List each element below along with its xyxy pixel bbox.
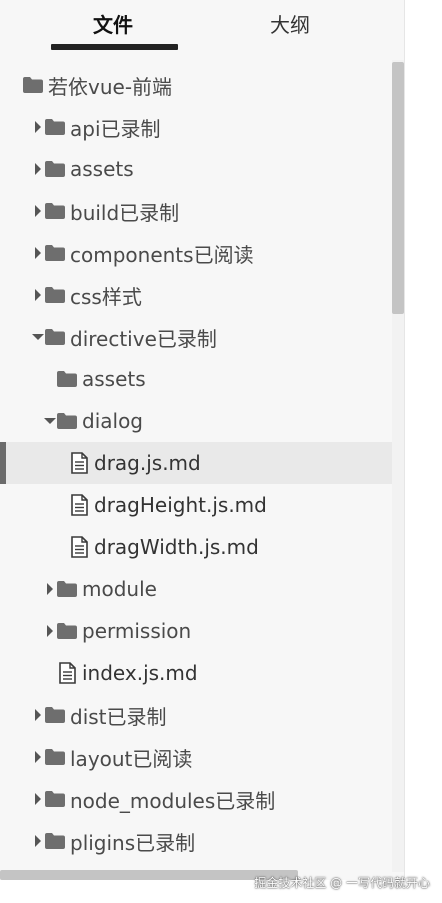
file-item-dragheight-js-md[interactable]: dragHeight.js.md <box>0 484 392 526</box>
folder-icon <box>44 190 66 232</box>
folder-icon <box>44 820 66 862</box>
folder-item-assets[interactable]: assets <box>0 358 392 400</box>
tree-item-label: pligins已录制 <box>70 830 196 855</box>
file-sidebar: 文件 大纲 若依vue-前端 api已录制 assets build已录制 co… <box>0 0 442 903</box>
active-tab-indicator <box>51 44 178 50</box>
folder-item-permission[interactable]: permission <box>0 610 392 652</box>
folder-item-api[interactable]: api已录制 <box>0 106 392 148</box>
folder-icon <box>44 274 66 316</box>
folder-icon <box>44 778 66 820</box>
folder-item-pligins[interactable]: pligins已录制 <box>0 820 392 862</box>
tree-item-label: 若依vue-前端 <box>48 74 173 99</box>
folder-icon <box>44 694 66 736</box>
tree-item-label: node_modules已录制 <box>70 788 276 813</box>
chevron-right-icon[interactable] <box>32 778 44 820</box>
selection-marker <box>0 442 6 484</box>
chevron-right-icon[interactable] <box>44 610 56 652</box>
file-item-drag-js-md[interactable]: drag.js.md <box>0 442 392 484</box>
tab-files[interactable]: 文件 <box>93 9 133 37</box>
chevron-right-icon[interactable] <box>32 694 44 736</box>
folder-item-build[interactable]: build已录制 <box>0 190 392 232</box>
file-item-index-js-md[interactable]: index.js.md <box>0 652 392 694</box>
folder-icon <box>56 358 78 400</box>
folder-icon <box>44 736 66 778</box>
chevron-down-icon[interactable] <box>32 316 44 358</box>
chevron-right-icon[interactable] <box>44 568 56 610</box>
tree-item-label: module <box>82 577 157 601</box>
editor-edge <box>404 0 442 903</box>
chevron-right-icon[interactable] <box>32 820 44 862</box>
folder-icon <box>44 232 66 274</box>
chevron-right-icon[interactable] <box>32 148 44 190</box>
folder-icon <box>56 568 78 610</box>
folder-item-dialog[interactable]: dialog <box>0 400 392 442</box>
tree-item-label: assets <box>82 367 146 391</box>
tree-item-label: layout已阅读 <box>70 746 193 771</box>
tree-item-label: dragHeight.js.md <box>94 493 267 517</box>
document-icon <box>68 526 90 568</box>
tree-item-label: dialog <box>82 409 143 433</box>
folder-item-assets[interactable]: assets <box>0 148 392 190</box>
folder-item-vue[interactable]: 若依vue-前端 <box>0 64 392 106</box>
tree-item-label: directive已录制 <box>70 326 217 351</box>
document-icon <box>56 652 78 694</box>
folder-icon <box>56 610 78 652</box>
chevron-right-icon[interactable] <box>32 232 44 274</box>
folder-item-layout[interactable]: layout已阅读 <box>0 736 392 778</box>
tree-item-label: build已录制 <box>70 200 180 225</box>
tab-outline[interactable]: 大纲 <box>270 9 310 37</box>
sidebar-tabs: 文件 大纲 <box>0 0 405 54</box>
tree-item-label: assets <box>70 157 134 181</box>
vertical-scrollbar-thumb[interactable] <box>392 62 404 314</box>
chevron-right-icon[interactable] <box>32 274 44 316</box>
folder-item-module[interactable]: module <box>0 568 392 610</box>
tree-item-label: permission <box>82 619 192 643</box>
chevron-right-icon[interactable] <box>32 736 44 778</box>
document-icon <box>68 442 90 484</box>
tree-item-label: drag.js.md <box>94 451 201 475</box>
tree-item-label: components已阅读 <box>70 242 254 267</box>
folder-item-node-modules[interactable]: node_modules已录制 <box>0 778 392 820</box>
tree-item-label: dist已录制 <box>70 704 167 729</box>
tree-item-label: css样式 <box>70 284 142 309</box>
chevron-right-icon[interactable] <box>32 190 44 232</box>
folder-item-directive[interactable]: directive已录制 <box>0 316 392 358</box>
chevron-down-icon[interactable] <box>44 400 56 442</box>
folder-item-dist[interactable]: dist已录制 <box>0 694 392 736</box>
tree-item-label: dragWidth.js.md <box>94 535 259 559</box>
folder-icon <box>44 316 66 358</box>
folder-item-components[interactable]: components已阅读 <box>0 232 392 274</box>
folder-icon <box>56 400 78 442</box>
folder-icon <box>22 64 44 106</box>
chevron-right-icon[interactable] <box>32 106 44 148</box>
folder-icon <box>44 106 66 148</box>
tree-item-label: api已录制 <box>70 116 161 141</box>
tree-item-label: index.js.md <box>82 661 198 685</box>
document-icon <box>68 484 90 526</box>
folder-item-css[interactable]: css样式 <box>0 274 392 316</box>
folder-icon <box>44 148 66 190</box>
file-item-dragwidth-js-md[interactable]: dragWidth.js.md <box>0 526 392 568</box>
watermark: 掘金技术社区 @ 一写代码就开心 <box>254 876 430 890</box>
